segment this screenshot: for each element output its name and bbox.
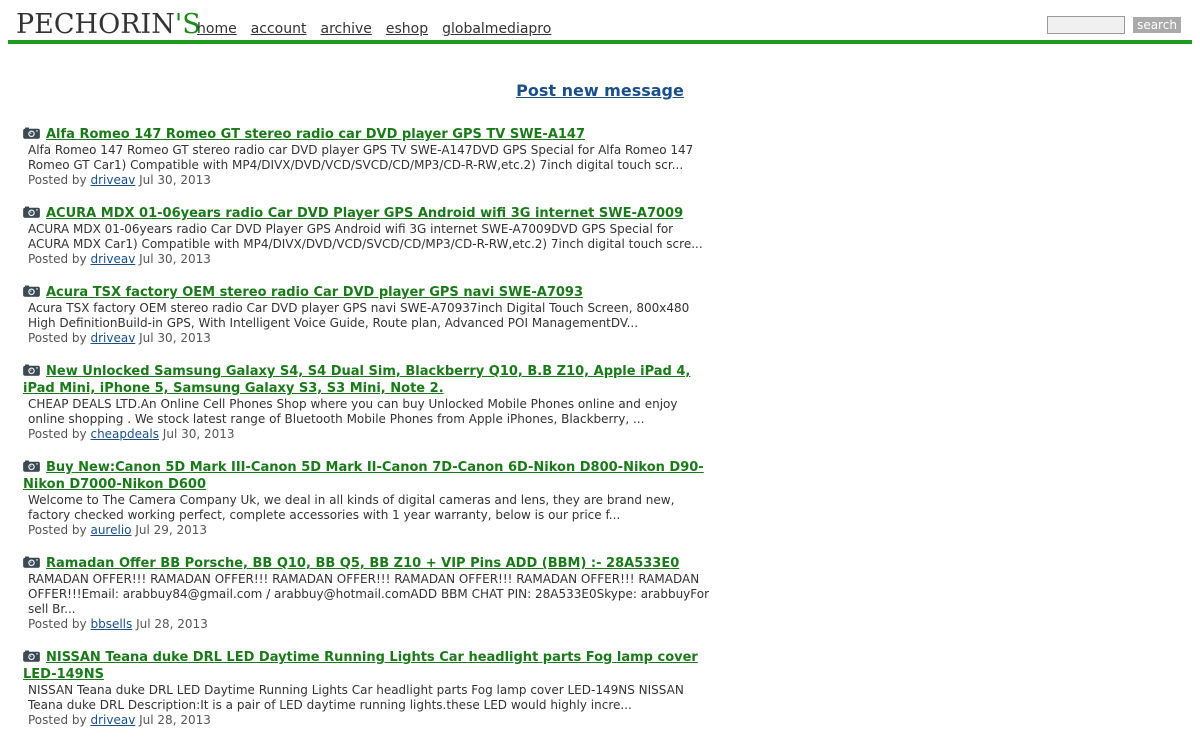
camera-icon	[23, 556, 40, 568]
author-link[interactable]: cheapdeals	[90, 427, 159, 441]
listing-item: Buy New:Canon 5D Mark III-Canon 5D Mark …	[23, 459, 713, 538]
camera-icon	[23, 460, 40, 472]
listing-meta: Posted by aurelio Jul 29, 2013	[23, 523, 713, 538]
listing-description: NISSAN Teana duke DRL LED Daytime Runnin…	[28, 683, 684, 712]
listing-title-link[interactable]: Acura TSX factory OEM stereo radio Car D…	[46, 285, 583, 300]
listing-item: Ramadan Offer BB Porsche, BB Q10, BB Q5,…	[23, 555, 713, 632]
site-header: PECHORIN'S home account archive eshop gl…	[0, 0, 1200, 45]
listing-description: ACURA MDX 01-06years radio Car DVD Playe…	[28, 222, 703, 251]
listing-title-link[interactable]: Buy New:Canon 5D Mark III-Canon 5D Mark …	[23, 460, 704, 492]
posted-by-label: Posted by	[28, 617, 87, 631]
camera-icon	[23, 285, 40, 297]
listing-item: New Unlocked Samsung Galaxy S4, S4 Dual …	[23, 363, 713, 442]
listing-title-link[interactable]: NISSAN Teana duke DRL LED Daytime Runnin…	[23, 650, 698, 682]
listing-item: NISSAN Teana duke DRL LED Daytime Runnin…	[23, 649, 713, 728]
posted-by-label: Posted by	[28, 523, 87, 537]
listing-list: Alfa Romeo 147 Romeo GT stereo radio car…	[23, 126, 713, 745]
logo-main-text: PECHORIN	[16, 9, 175, 40]
post-date: Jul 28, 2013	[139, 713, 211, 727]
post-date: Jul 30, 2013	[139, 252, 211, 266]
listing-meta: Posted by driveav Jul 30, 2013	[23, 331, 713, 346]
header-divider	[8, 40, 1192, 44]
nav-link-eshop[interactable]: eshop	[386, 19, 428, 39]
post-date: Jul 30, 2013	[139, 331, 211, 345]
author-link[interactable]: driveav	[90, 713, 135, 727]
listing-title-row: Ramadan Offer BB Porsche, BB Q10, BB Q5,…	[23, 555, 713, 572]
listing-title-link[interactable]: ACURA MDX 01-06years radio Car DVD Playe…	[46, 206, 683, 221]
post-date: Jul 30, 2013	[139, 173, 211, 187]
nav-link-account[interactable]: account	[251, 19, 307, 39]
post-date: Jul 30, 2013	[162, 427, 235, 441]
author-link[interactable]: driveav	[90, 331, 135, 345]
listing-title-row: New Unlocked Samsung Galaxy S4, S4 Dual …	[23, 363, 713, 397]
listing-description: Alfa Romeo 147 Romeo GT stereo radio car…	[28, 143, 694, 172]
listing-item: ACURA MDX 01-06years radio Car DVD Playe…	[23, 205, 713, 267]
posted-by-label: Posted by	[28, 252, 87, 266]
posted-by-label: Posted by	[28, 427, 87, 441]
nav-link-archive[interactable]: archive	[320, 19, 371, 39]
listing-meta: Posted by bbsells Jul 28, 2013	[23, 617, 713, 632]
listing-meta: Posted by driveav Jul 28, 2013	[23, 713, 713, 728]
main-nav: home account archive eshop globalmediapr…	[197, 19, 551, 39]
camera-icon	[23, 650, 40, 662]
search-button[interactable]: search	[1133, 17, 1181, 33]
posted-by-label: Posted by	[28, 713, 87, 727]
nav-link-globalmediapro[interactable]: globalmediapro	[442, 19, 551, 39]
camera-icon	[23, 127, 40, 139]
listing-description: CHEAP DEALS LTD.An Online Cell Phones Sh…	[28, 397, 678, 426]
listing-item: Alfa Romeo 147 Romeo GT stereo radio car…	[23, 126, 713, 188]
listing-title-row: NISSAN Teana duke DRL LED Daytime Runnin…	[23, 649, 713, 683]
listing-meta: Posted by driveav Jul 30, 2013	[23, 173, 713, 188]
listing-description: Welcome to The Camera Company Uk, we dea…	[28, 493, 675, 522]
post-date: Jul 29, 2013	[135, 523, 208, 537]
posted-by-label: Posted by	[28, 173, 87, 187]
posted-by-label: Posted by	[28, 331, 87, 345]
author-link[interactable]: bbsells	[90, 617, 132, 631]
author-link[interactable]: aurelio	[90, 523, 131, 537]
post-date: Jul 28, 2013	[136, 617, 208, 631]
author-link[interactable]: driveav	[90, 173, 135, 187]
listing-title-row: ACURA MDX 01-06years radio Car DVD Playe…	[23, 205, 713, 222]
listing-meta: Posted by driveav Jul 30, 2013	[23, 252, 713, 267]
camera-icon	[23, 206, 40, 218]
listing-title-row: Buy New:Canon 5D Mark III-Canon 5D Mark …	[23, 459, 713, 493]
listing-title-link[interactable]: Alfa Romeo 147 Romeo GT stereo radio car…	[46, 127, 585, 142]
listing-description: RAMADAN OFFER!!! RAMADAN OFFER!!! RAMADA…	[28, 572, 710, 616]
camera-icon	[23, 364, 40, 376]
author-link[interactable]: driveav	[90, 252, 135, 266]
listing-title-link[interactable]: Ramadan Offer BB Porsche, BB Q10, BB Q5,…	[46, 556, 679, 571]
post-new-message-container: Post new message	[0, 80, 1200, 102]
listing-description: Acura TSX factory OEM stereo radio Car D…	[28, 301, 690, 330]
listing-meta: Posted by cheapdeals Jul 30, 2013	[23, 427, 713, 442]
search-input[interactable]	[1047, 16, 1125, 34]
listing-title-link[interactable]: New Unlocked Samsung Galaxy S4, S4 Dual …	[23, 364, 690, 396]
nav-link-home[interactable]: home	[197, 19, 237, 39]
listing-title-row: Alfa Romeo 147 Romeo GT stereo radio car…	[23, 126, 713, 143]
listing-title-row: Acura TSX factory OEM stereo radio Car D…	[23, 284, 713, 301]
site-logo[interactable]: PECHORIN'S	[16, 8, 201, 42]
post-new-message-link[interactable]: Post new message	[516, 81, 684, 100]
listing-item: Acura TSX factory OEM stereo radio Car D…	[23, 284, 713, 346]
